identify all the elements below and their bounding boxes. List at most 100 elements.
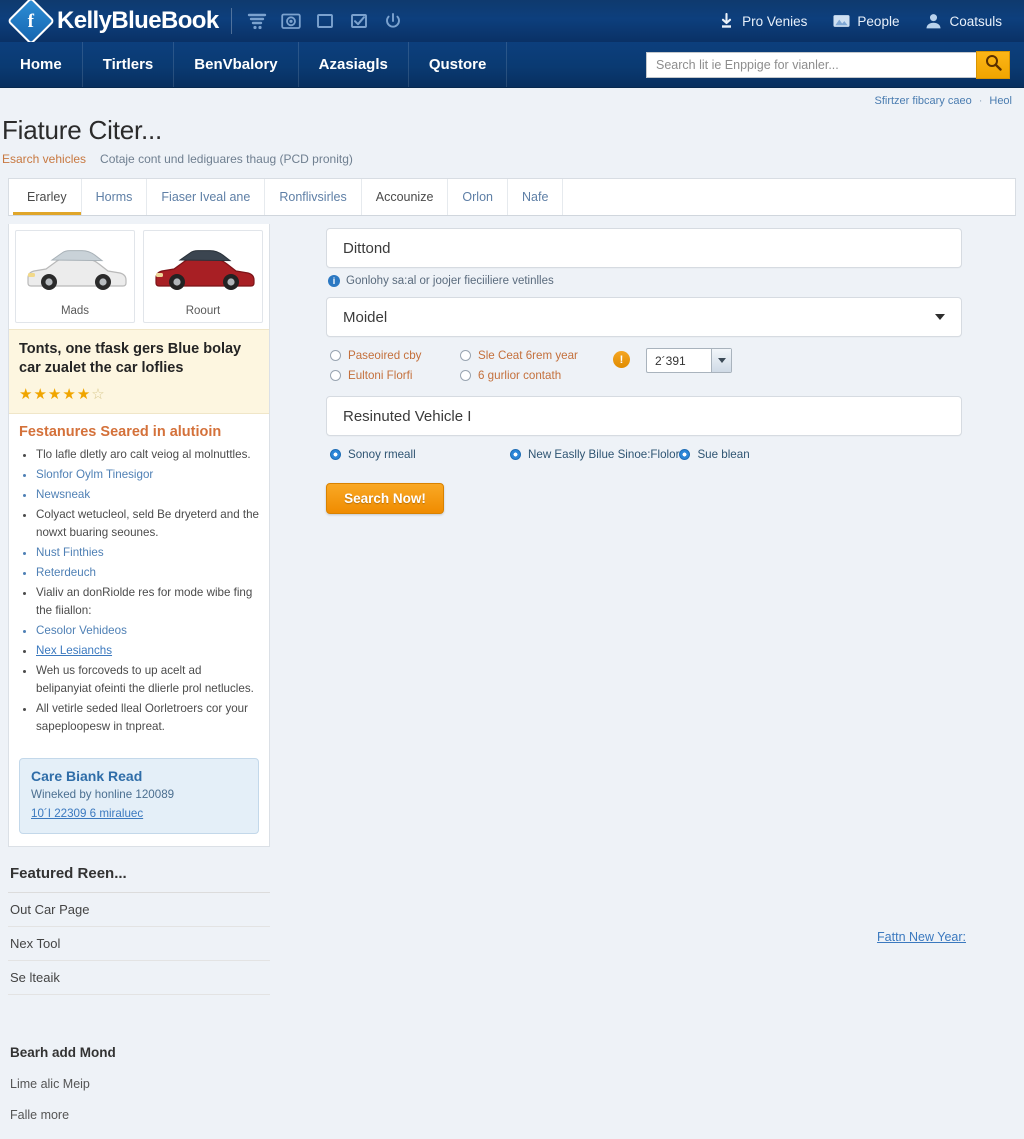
radio-new-easlly-bilue[interactable]: New Easlly Bilue Sinoe:Flolor	[510, 448, 679, 461]
search-now-button[interactable]: Search Now!	[326, 483, 444, 514]
footer-section: Bearh add Mond Lime alic Meip Falle more	[8, 1045, 308, 1122]
year-select-button[interactable]	[711, 349, 731, 372]
tab-erarley[interactable]: Erarley	[13, 179, 82, 215]
features-block: Festanures Seared in alutioin Tlo lafle …	[9, 414, 269, 750]
camera-icon[interactable]	[280, 10, 302, 32]
star-filled: ★	[19, 386, 34, 404]
tabs-container: Erarley Horms Fiaser Iveal ane Ronflivsi…	[0, 178, 1024, 216]
nav-item-azasiagls[interactable]: Azasiagls	[299, 42, 409, 87]
note-link[interactable]: 10´I 22309 6 miralueс	[31, 807, 143, 820]
search-input[interactable]	[646, 51, 976, 78]
make-field[interactable]: Dittond	[326, 228, 962, 268]
featured-row-se-lteaik[interactable]: Se lteaik	[8, 961, 270, 995]
star-filled: ★	[33, 386, 48, 404]
vehicle-field[interactable]: Resinuted Vehicle I	[326, 396, 962, 436]
diamond-logo-icon: f	[6, 0, 56, 46]
nav-item-qustore[interactable]: Qustore	[409, 42, 508, 87]
radio-sue-blean[interactable]: Sue blean	[679, 448, 859, 461]
search-button[interactable]	[976, 50, 1010, 79]
list-item[interactable]: Newsneak	[36, 486, 259, 504]
radio-paseoired-cby[interactable]: Paseoired cby	[330, 349, 460, 362]
tab-horms[interactable]: Horms	[82, 179, 148, 215]
vehicle-card-roourt[interactable]: Roourt	[143, 230, 263, 323]
checkbox-icon[interactable]	[348, 10, 370, 32]
model-select-value: Moidel	[343, 308, 388, 326]
list-item[interactable]: Slonfor Oylm Tinesigor	[36, 466, 259, 484]
featured-section: Featured Reen... Out Car Page Nex Tool S…	[8, 865, 270, 995]
radio-dot	[330, 350, 341, 361]
radio-dot	[460, 370, 471, 381]
header-links: Pro Venies People Coatsuls	[718, 13, 1010, 30]
utility-bar: Sfirtzer fibcary caeo · Heol	[0, 88, 1024, 113]
features-heading: Festanures Seared in alutioin	[19, 424, 222, 441]
promo-block: Tonts, one tfask gers Blue bolay car zua…	[9, 329, 269, 415]
radio-dot	[330, 449, 341, 460]
year-select-value: 2´391	[655, 353, 686, 368]
footer-heading: Bearh add Mond	[10, 1044, 116, 1060]
power-icon[interactable]	[382, 10, 404, 32]
footer-link-1[interactable]: Lime alic Meip	[10, 1077, 308, 1091]
tab-ronflivsirles[interactable]: Ronflivsirles	[265, 179, 362, 215]
chevron-down-icon	[935, 314, 945, 320]
featured-row-nex-tool[interactable]: Nex Tool	[8, 927, 270, 961]
note-title: Care Biank Read	[31, 767, 143, 784]
list-item[interactable]: Reterdeuch	[36, 564, 259, 582]
radio-label: Paseoired cby	[348, 349, 422, 362]
list-item[interactable]: Cesolor Vehideos	[36, 622, 259, 640]
header-link-people[interactable]: People	[833, 13, 899, 30]
radio-eultoni-florfi[interactable]: Eultoni Florfi	[330, 369, 460, 382]
vehicle-card-caption: Roourt	[185, 305, 221, 317]
radio-label: 6 gurlior contath	[478, 369, 562, 382]
model-select[interactable]: Moidel	[326, 297, 962, 337]
utility-separator: ·	[978, 94, 983, 107]
featured-row-out-car-page[interactable]: Out Car Page	[8, 893, 270, 927]
year-select[interactable]: 2´391	[646, 348, 732, 373]
utility-link-primary[interactable]: Sfirtzer fibcary caeo	[875, 95, 972, 107]
list-item[interactable]: Nex Lesianchs	[36, 642, 259, 660]
tab-nafe[interactable]: Nafe	[508, 179, 564, 215]
inline-link[interactable]: Nex Lesianchs	[36, 644, 112, 657]
page-content: Mads Roourt Tonts, one tfask gers Blue b…	[0, 216, 1024, 1139]
star-filled: ★	[47, 386, 63, 404]
chevron-down-icon	[717, 358, 726, 363]
rating-stars: ★★★★★☆	[19, 385, 259, 403]
breadcrumb-item-1[interactable]: Esarch vehicles	[2, 152, 86, 166]
footer-right-link[interactable]: Fattn New Year:	[877, 930, 966, 944]
main-navigation: Home Tirtlers BenVbalory Azasiagls Qusto…	[0, 42, 1024, 88]
warning-badge-icon[interactable]: !	[613, 351, 630, 368]
logo-glyph: f	[27, 10, 35, 32]
breadcrumb-item-2: Cotaje cont und lediguares thaug (PCD pr…	[100, 152, 353, 166]
footer-link-2[interactable]: Falle more	[10, 1108, 308, 1122]
nav-item-tirtlers[interactable]: Tirtlers	[83, 42, 175, 87]
nav-search-group	[646, 42, 1024, 87]
brand-name: KellyBlueBook	[57, 7, 219, 34]
tab-fiaser-iveal-ane[interactable]: Fiaser Iveal ane	[147, 179, 266, 215]
funnel-icon[interactable]	[246, 10, 268, 32]
brand-logo[interactable]: f KellyBlueBook	[6, 0, 219, 46]
square-icon[interactable]	[314, 10, 336, 32]
tab-orlon[interactable]: Orlon	[448, 179, 508, 215]
radio-dot	[460, 350, 471, 361]
car-photo-white	[20, 237, 130, 299]
list-item: Colyact wetucleol, seld Be dryeterd and …	[36, 506, 259, 542]
vehicle-card-caption: Mads	[60, 305, 90, 317]
sidebar-panel: Mads Roourt Tonts, one tfask gers Blue b…	[8, 224, 270, 847]
radio-label: Sle Ceat 6rem year	[478, 349, 578, 362]
radio-sonoy-rmeall[interactable]: Sonoy rmeall	[330, 448, 510, 461]
utility-link-help[interactable]: Heol	[989, 95, 1012, 107]
radio-6-gurlior-contath[interactable]: 6 gurlior contath	[460, 369, 605, 382]
list-item[interactable]: Nust Finthies	[36, 544, 259, 562]
tab-bar: Erarley Horms Fiaser Iveal ane Ronflivsi…	[8, 178, 1016, 216]
radio-dot	[330, 370, 341, 381]
nav-item-benvbalory[interactable]: BenVbalory	[174, 42, 299, 87]
vehicle-card-mads[interactable]: Mads	[15, 230, 135, 323]
header-link-pro-venies[interactable]: Pro Venies	[718, 13, 807, 30]
tab-accounize[interactable]: Accounize	[362, 179, 449, 215]
header-link-coatsuls[interactable]: Coatsuls	[925, 13, 1002, 30]
nav-item-home[interactable]: Home	[0, 42, 83, 87]
header-link-label: People	[857, 13, 900, 29]
left-column: Mads Roourt Tonts, one tfask gers Blue b…	[8, 224, 308, 1139]
note-subtitle: Wineked by honline 120089	[31, 787, 175, 801]
header-divider	[230, 8, 232, 34]
radio-sle-ceat-6rem-year[interactable]: Sle Ceat 6rem year	[460, 349, 605, 362]
